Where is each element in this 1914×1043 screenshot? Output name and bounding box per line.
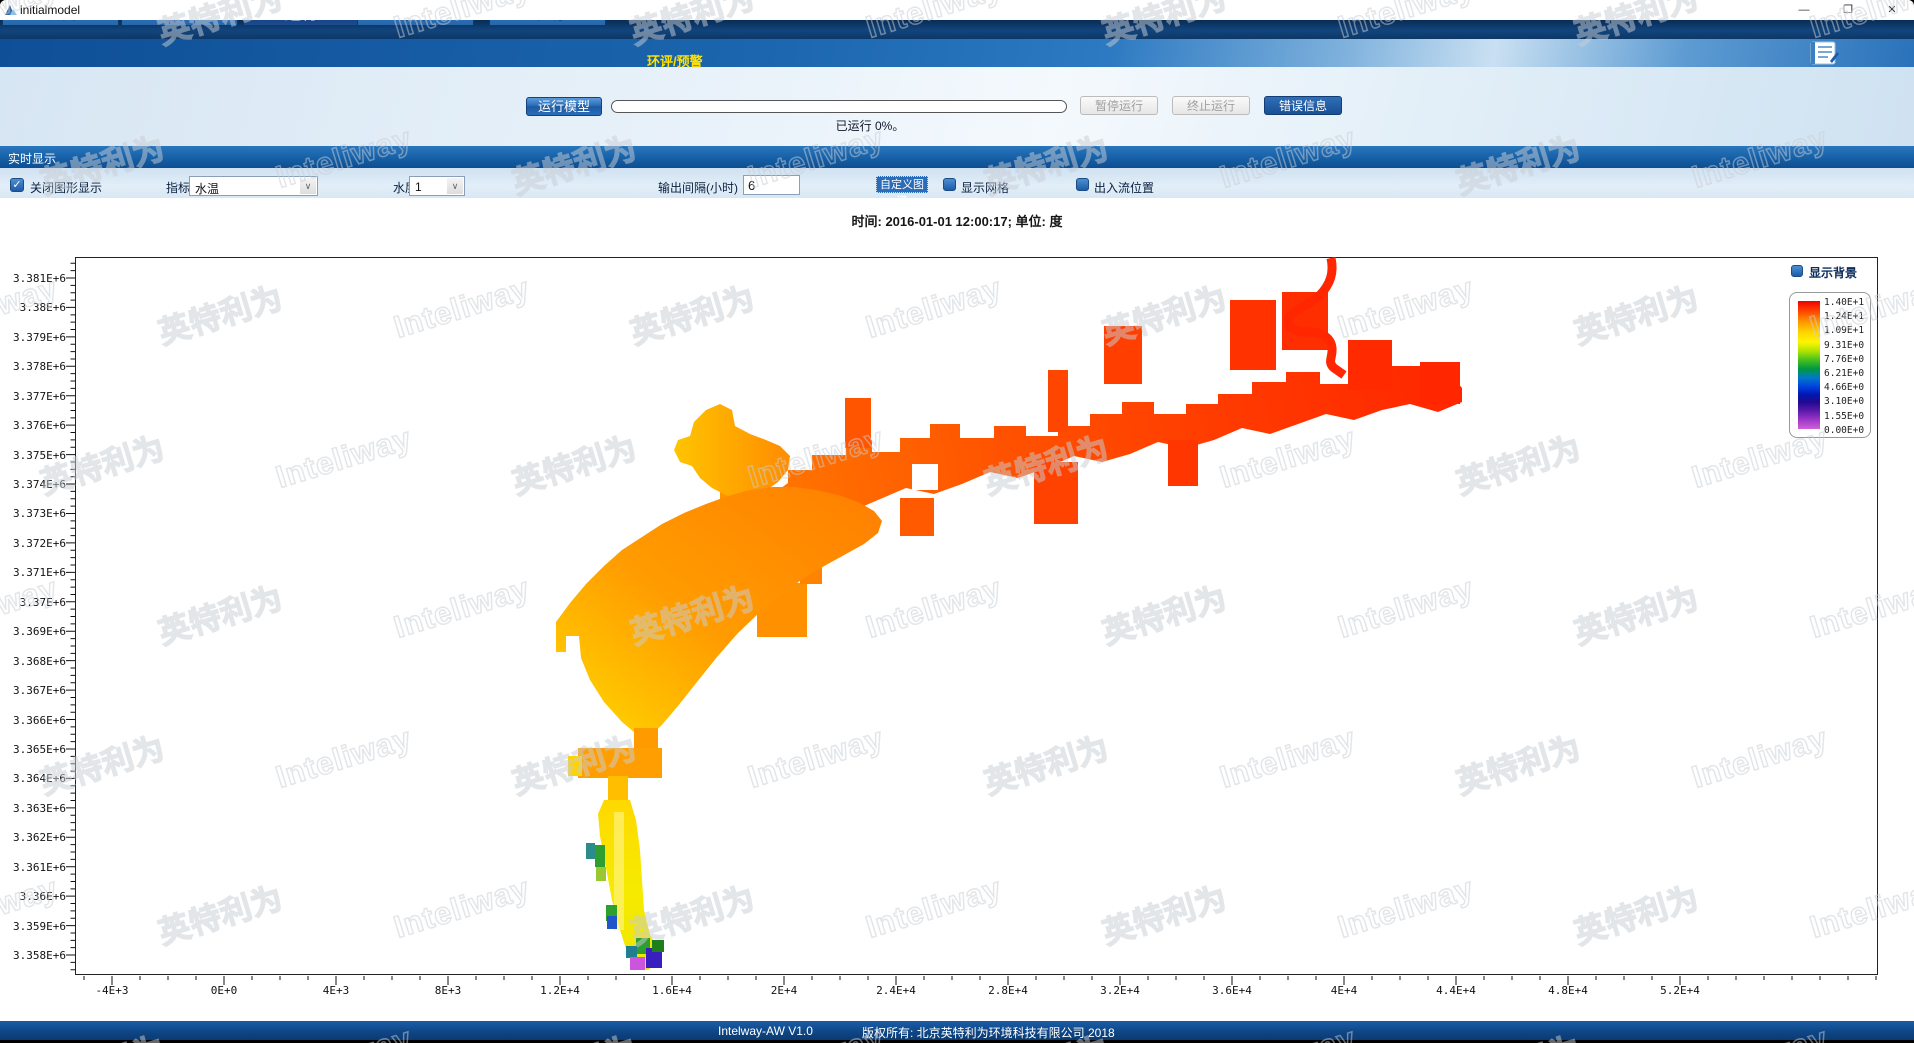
y-tick-label: 3.371E+6	[0, 566, 66, 579]
y-tick-label: 3.372E+6	[0, 537, 66, 550]
y-tick-label: 3.38E+6	[0, 301, 66, 314]
y-tick-label: 3.366E+6	[0, 714, 66, 727]
y-tick-label: 3.375E+6	[0, 449, 66, 462]
minimize-icon[interactable]: —	[1782, 0, 1826, 20]
x-tick-label: 3.2E+4	[1100, 984, 1140, 997]
x-tick-label: 4.4E+4	[1436, 984, 1476, 997]
chevron-down-icon: ∨	[447, 178, 463, 194]
y-tick-label: 3.378E+6	[0, 360, 66, 373]
legend-value: 9.31E+0	[1824, 340, 1864, 351]
y-tick-label: 3.374E+6	[0, 478, 66, 491]
chevron-down-icon: ∨	[300, 178, 316, 194]
x-tick-label: 5.2E+4	[1660, 984, 1700, 997]
y-tick-label: 3.363E+6	[0, 802, 66, 815]
close-graph-label: 关闭图形显示	[30, 179, 102, 196]
show-background-label: 显示背景	[1809, 264, 1857, 281]
y-tick-label: 3.369E+6	[0, 625, 66, 638]
x-tick-label: 0E+0	[211, 984, 238, 997]
run-model-button[interactable]: 运行模型	[526, 97, 602, 116]
legend-value: 1.55E+0	[1824, 411, 1864, 422]
y-tick-label: 3.364E+6	[0, 772, 66, 785]
y-tick-label: 3.368E+6	[0, 655, 66, 668]
app-window: initialmodel — ❐ ✕ 项目输入运行结果帮助 环评/预警 运行模型…	[0, 0, 1914, 1043]
inout-flow-checkbox[interactable]	[1076, 178, 1089, 191]
legend-color-bar	[1798, 301, 1820, 429]
legend-value: 1.24E+1	[1824, 311, 1864, 322]
x-tick-label: -4E+3	[95, 984, 128, 997]
copyright: 版权所有: 北京英特利为环境科技有限公司 2018	[862, 1024, 1115, 1041]
layer-select[interactable]: 1 ∨	[409, 176, 465, 196]
x-tick-label: 4.8E+4	[1548, 984, 1588, 997]
y-tick-label: 3.358E+6	[0, 949, 66, 962]
error-info-button[interactable]: 错误信息	[1264, 96, 1342, 115]
y-tick-label: 3.367E+6	[0, 684, 66, 697]
x-tick-label: 8E+3	[435, 984, 462, 997]
legend-value: 1.40E+1	[1824, 297, 1864, 308]
legend-value: 1.09E+1	[1824, 325, 1864, 336]
interval-label: 输出间隔(小时)	[658, 179, 738, 196]
status-bar: Intelway-AW V1.0 版权所有: 北京英特利为环境科技有限公司 20…	[0, 1021, 1914, 1040]
x-tick-label: 1.6E+4	[652, 984, 692, 997]
progress-bar	[611, 100, 1067, 113]
legend-value: 7.76E+0	[1824, 354, 1864, 365]
indicator-value: 水温	[195, 180, 219, 197]
y-tick-label: 3.377E+6	[0, 390, 66, 403]
indicator-select[interactable]: 水温 ∨	[189, 176, 318, 196]
realtime-display-bar: 实时显示	[0, 146, 1914, 168]
close-icon[interactable]: ✕	[1870, 0, 1914, 20]
watermark-text: Inteliway	[0, 870, 62, 945]
legend-value: 6.21E+0	[1824, 368, 1864, 379]
x-tick-label: 4E+3	[323, 984, 350, 997]
x-tick-label: 1.2E+4	[540, 984, 580, 997]
x-tick-label: 4E+4	[1331, 984, 1358, 997]
y-tick-label: 3.362E+6	[0, 831, 66, 844]
y-tick-label: 3.379E+6	[0, 331, 66, 344]
tab-band	[0, 39, 1914, 67]
plot-area	[75, 257, 1878, 975]
section-title: 实时显示	[8, 150, 56, 167]
legend-value: 4.66E+0	[1824, 382, 1864, 393]
show-grid-checkbox[interactable]	[943, 178, 956, 191]
title-bar: initialmodel — ❐ ✕	[0, 0, 1914, 20]
time-unit-status: 时间: 2016-01-01 12:00:17; 单位: 度	[852, 211, 1063, 230]
indicator-label: 指标	[166, 179, 190, 196]
y-tick-label: 3.381E+6	[0, 272, 66, 285]
y-tick-label: 3.37E+6	[0, 596, 66, 609]
y-tick-label: 3.376E+6	[0, 419, 66, 432]
maximize-icon[interactable]: ❐	[1826, 0, 1870, 20]
y-tick-label: 3.365E+6	[0, 743, 66, 756]
y-tick-label: 3.373E+6	[0, 507, 66, 520]
show-background-checkbox[interactable]	[1791, 265, 1803, 277]
window-title: initialmodel	[20, 3, 80, 17]
interval-input[interactable]	[743, 175, 800, 195]
y-tick-label: 3.36E+6	[0, 890, 66, 903]
app-icon	[4, 3, 18, 17]
layer-value: 1	[415, 180, 422, 194]
x-tick-label: 2.8E+4	[988, 984, 1028, 997]
legend-value: 3.10E+0	[1824, 396, 1864, 407]
show-grid-label: 显示网格	[961, 179, 1009, 196]
y-tick-label: 3.361E+6	[0, 861, 66, 874]
pause-run-button[interactable]: 暂停运行	[1080, 96, 1158, 115]
x-tick-label: 3.6E+4	[1212, 984, 1252, 997]
app-version: Intelway-AW V1.0	[718, 1024, 813, 1038]
terminate-run-button[interactable]: 终止运行	[1172, 96, 1250, 115]
progress-text: 已运行 0%。	[790, 117, 950, 134]
y-tick-label: 3.359E+6	[0, 920, 66, 933]
legend-box: 1.40E+1 1.24E+1 1.09E+1 9.31E+0 7.76E+0 6.21E…	[1789, 292, 1871, 438]
inout-flow-label: 出入流位置	[1094, 179, 1154, 196]
x-tick-label: 2.4E+4	[876, 984, 916, 997]
x-tick-label: 2E+4	[771, 984, 798, 997]
custom-spectrum-button[interactable]: 自定义图谱	[876, 176, 928, 193]
legend-value: 0.00E+0	[1824, 425, 1864, 436]
notebook-icon[interactable]	[1806, 41, 1840, 66]
env-warning-label: 环评/预警	[647, 51, 703, 70]
close-graph-checkbox[interactable]: ✓	[10, 178, 24, 192]
